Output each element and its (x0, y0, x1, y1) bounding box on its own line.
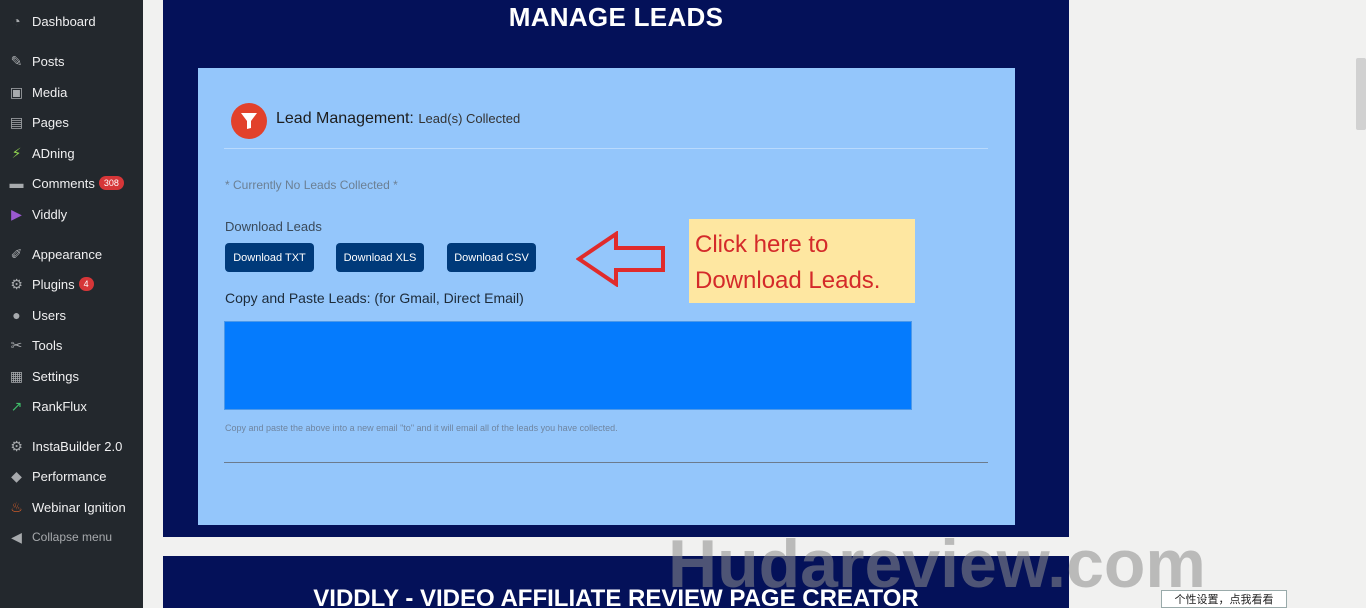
sidebar-item-label: InstaBuilder 2.0 (32, 438, 123, 454)
media-icon: ▣ (9, 84, 24, 100)
plugins-count-badge: 4 (78, 277, 94, 291)
divider (224, 148, 988, 149)
sidebar-item-comments[interactable]: ▬ Comments 308 (0, 169, 143, 197)
sidebar-item-dashboard[interactable]: ◔ Dashboard (0, 7, 143, 35)
copy-hint-text: Copy and paste the above into a new emai… (225, 423, 618, 433)
divider (224, 462, 988, 463)
download-xls-button[interactable]: Download XLS (336, 243, 424, 272)
lead-management-title: Lead Management: Lead(s) Collected (276, 110, 520, 128)
left-arrow-icon (576, 231, 665, 287)
collapse-menu-button[interactable]: ◀ Collapse menu (0, 523, 143, 551)
sidebar-item-label: Appearance (32, 246, 103, 262)
sidebar-item-label: Pages (32, 114, 69, 130)
sidebar-item-pages[interactable]: ▤ Pages (0, 108, 143, 136)
gear-icon: ⚙ (10, 438, 23, 454)
sidebar-item-label: Media (32, 84, 68, 100)
sidebar-item-label: Posts (32, 53, 65, 69)
sidebar-item-label: Dashboard (32, 13, 96, 29)
plug-icon: ⚙ (10, 276, 23, 292)
flame-icon: ♨ (10, 499, 23, 515)
download-csv-button[interactable]: Download CSV (447, 243, 536, 272)
sidebar-item-plugins[interactable]: ⚙ Plugins 4 (0, 270, 143, 298)
dashboard-icon: ◔ (12, 13, 21, 29)
funnel-logo-icon (231, 103, 267, 139)
annotation-callout: Click here to Download Leads. (689, 219, 915, 303)
sidebar-item-viddly[interactable]: ▶ Viddly (0, 200, 143, 228)
sidebar-item-label: Collapse menu (32, 530, 113, 544)
annotation-line-1: Click here to (695, 231, 829, 258)
pages-icon: ▤ (9, 114, 24, 130)
sidebar-item-posts[interactable]: ✎ Posts (0, 47, 143, 75)
sidebar-item-settings[interactable]: ▦ Settings (0, 362, 143, 390)
sidebar-item-adning[interactable]: ⚡ ADning (0, 139, 143, 167)
lightning-icon: ⚡ (11, 145, 22, 161)
sidebar-item-label: Comments (32, 175, 95, 191)
download-leads-label: Download Leads (225, 219, 322, 234)
sidebar-item-label: Tools (32, 337, 63, 353)
sidebar-item-webinar-ignition[interactable]: ♨ Webinar Ignition (0, 493, 143, 521)
sidebar-item-label: ADning (32, 145, 75, 161)
settings-icon: ▦ (9, 368, 24, 384)
personalize-tooltip[interactable]: 个性设置，点我看看 (1161, 590, 1287, 608)
comments-count-badge: 308 (98, 176, 124, 190)
sidebar-item-tools[interactable]: ✂ Tools (0, 331, 143, 359)
lead-management-heading: Lead Management: (276, 110, 414, 127)
leads-collected-label: Lead(s) Collected (418, 111, 521, 126)
sidebar-item-media[interactable]: ▣ Media (0, 78, 143, 106)
sidebar-item-label: Users (32, 307, 66, 323)
collapse-icon: ◀ (11, 529, 22, 545)
annotation-line-2: Download Leads. (695, 267, 881, 294)
sidebar-item-performance[interactable]: ◆ Performance (0, 462, 143, 490)
leads-textarea[interactable] (224, 321, 912, 410)
pin-icon: ✎ (10, 53, 23, 69)
sidebar-item-appearance[interactable]: ✐ Appearance (0, 240, 143, 268)
brush-icon: ✐ (10, 246, 23, 262)
wrench-icon: ✂ (10, 337, 23, 353)
sidebar-item-users[interactable]: ● Users (0, 301, 143, 329)
watermark: Hudareview.com (668, 526, 1206, 602)
viddly-icon: ▶ (11, 206, 22, 222)
no-leads-message: * Currently No Leads Collected * (225, 178, 398, 192)
sidebar-item-instabuilder[interactable]: ⚙ InstaBuilder 2.0 (0, 432, 143, 460)
copy-paste-leads-label: Copy and Paste Leads: (for Gmail, Direct… (225, 290, 524, 306)
sidebar-item-label: Settings (32, 368, 79, 384)
sidebar-item-label: RankFlux (32, 398, 87, 414)
sidebar-item-label: Webinar Ignition (32, 499, 126, 515)
page-title: MANAGE LEADS (508, 2, 724, 32)
sidebar-item-label: Viddly (32, 206, 68, 222)
comment-icon: ▬ (9, 175, 24, 191)
admin-sidebar: ◔ Dashboard ✎ Posts ▣ Media ▤ Pages ⚡ AD… (0, 0, 143, 608)
scrollbar[interactable] (1356, 58, 1366, 130)
chart-icon: ↗ (10, 398, 23, 414)
sidebar-item-label: Plugins (32, 276, 75, 292)
sidebar-item-rankflux[interactable]: ↗ RankFlux (0, 392, 143, 420)
sidebar-item-label: Performance (32, 468, 107, 484)
user-icon: ● (12, 307, 21, 323)
cube-icon: ◆ (11, 468, 22, 484)
download-txt-button[interactable]: Download TXT (225, 243, 314, 272)
